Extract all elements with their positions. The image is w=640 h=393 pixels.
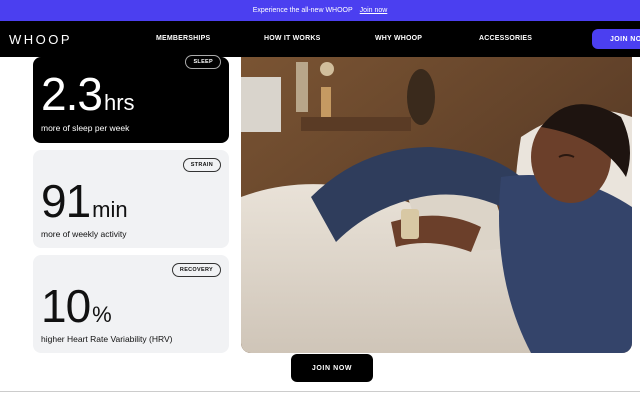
section-divider — [0, 391, 640, 392]
whoop-logo[interactable]: WHOOP — [9, 32, 72, 47]
nav-join-button[interactable]: JOIN NOW — [592, 29, 640, 49]
nav-how-it-works[interactable]: HOW IT WORKS — [264, 35, 320, 42]
recovery-tag: RECOVERY — [171, 263, 221, 277]
sleep-value: 2.3 hrs — [41, 71, 135, 117]
recovery-number: 10 — [41, 280, 91, 332]
sleep-tag: SLEEP — [185, 55, 221, 69]
strain-value: 91 min — [41, 178, 128, 224]
stat-card-sleep: SLEEP 2.3 hrs more of sleep per week — [33, 55, 229, 143]
strain-number: 91 — [41, 175, 91, 227]
banner-join-link[interactable]: Join now — [360, 7, 388, 14]
sleeping-person-illustration — [241, 57, 632, 353]
banner-text: Experience the all-new WHOOP — [252, 7, 353, 14]
nav-accessories[interactable]: ACCESSORIES — [479, 35, 532, 42]
recovery-unit: % — [92, 302, 112, 327]
join-now-button[interactable]: JOIN NOW — [291, 354, 373, 382]
recovery-value: 10 % — [41, 283, 112, 329]
sleep-unit: hrs — [103, 90, 135, 115]
stat-card-recovery: RECOVERY 10 % higher Heart Rate Variabil… — [33, 255, 229, 353]
nav-why-whoop[interactable]: WHY WHOOP — [375, 35, 422, 42]
nav-memberships[interactable]: MEMBERSHIPS — [156, 35, 210, 42]
strain-unit: min — [92, 197, 128, 222]
announcement-banner: Experience the all-new WHOOP Join now — [0, 0, 640, 21]
strain-description: more of weekly activity — [41, 229, 127, 239]
sleep-description: more of sleep per week — [41, 123, 130, 133]
sleep-number: 2.3 — [41, 68, 103, 120]
strain-tag: STRAIN — [182, 158, 221, 172]
top-navigation: WHOOP MEMBERSHIPS HOW IT WORKS WHY WHOOP… — [0, 21, 640, 57]
hero-photo-sleeping-woman — [241, 57, 632, 353]
recovery-description: higher Heart Rate Variability (HRV) — [41, 334, 173, 344]
stat-card-strain: STRAIN 91 min more of weekly activity — [33, 150, 229, 248]
